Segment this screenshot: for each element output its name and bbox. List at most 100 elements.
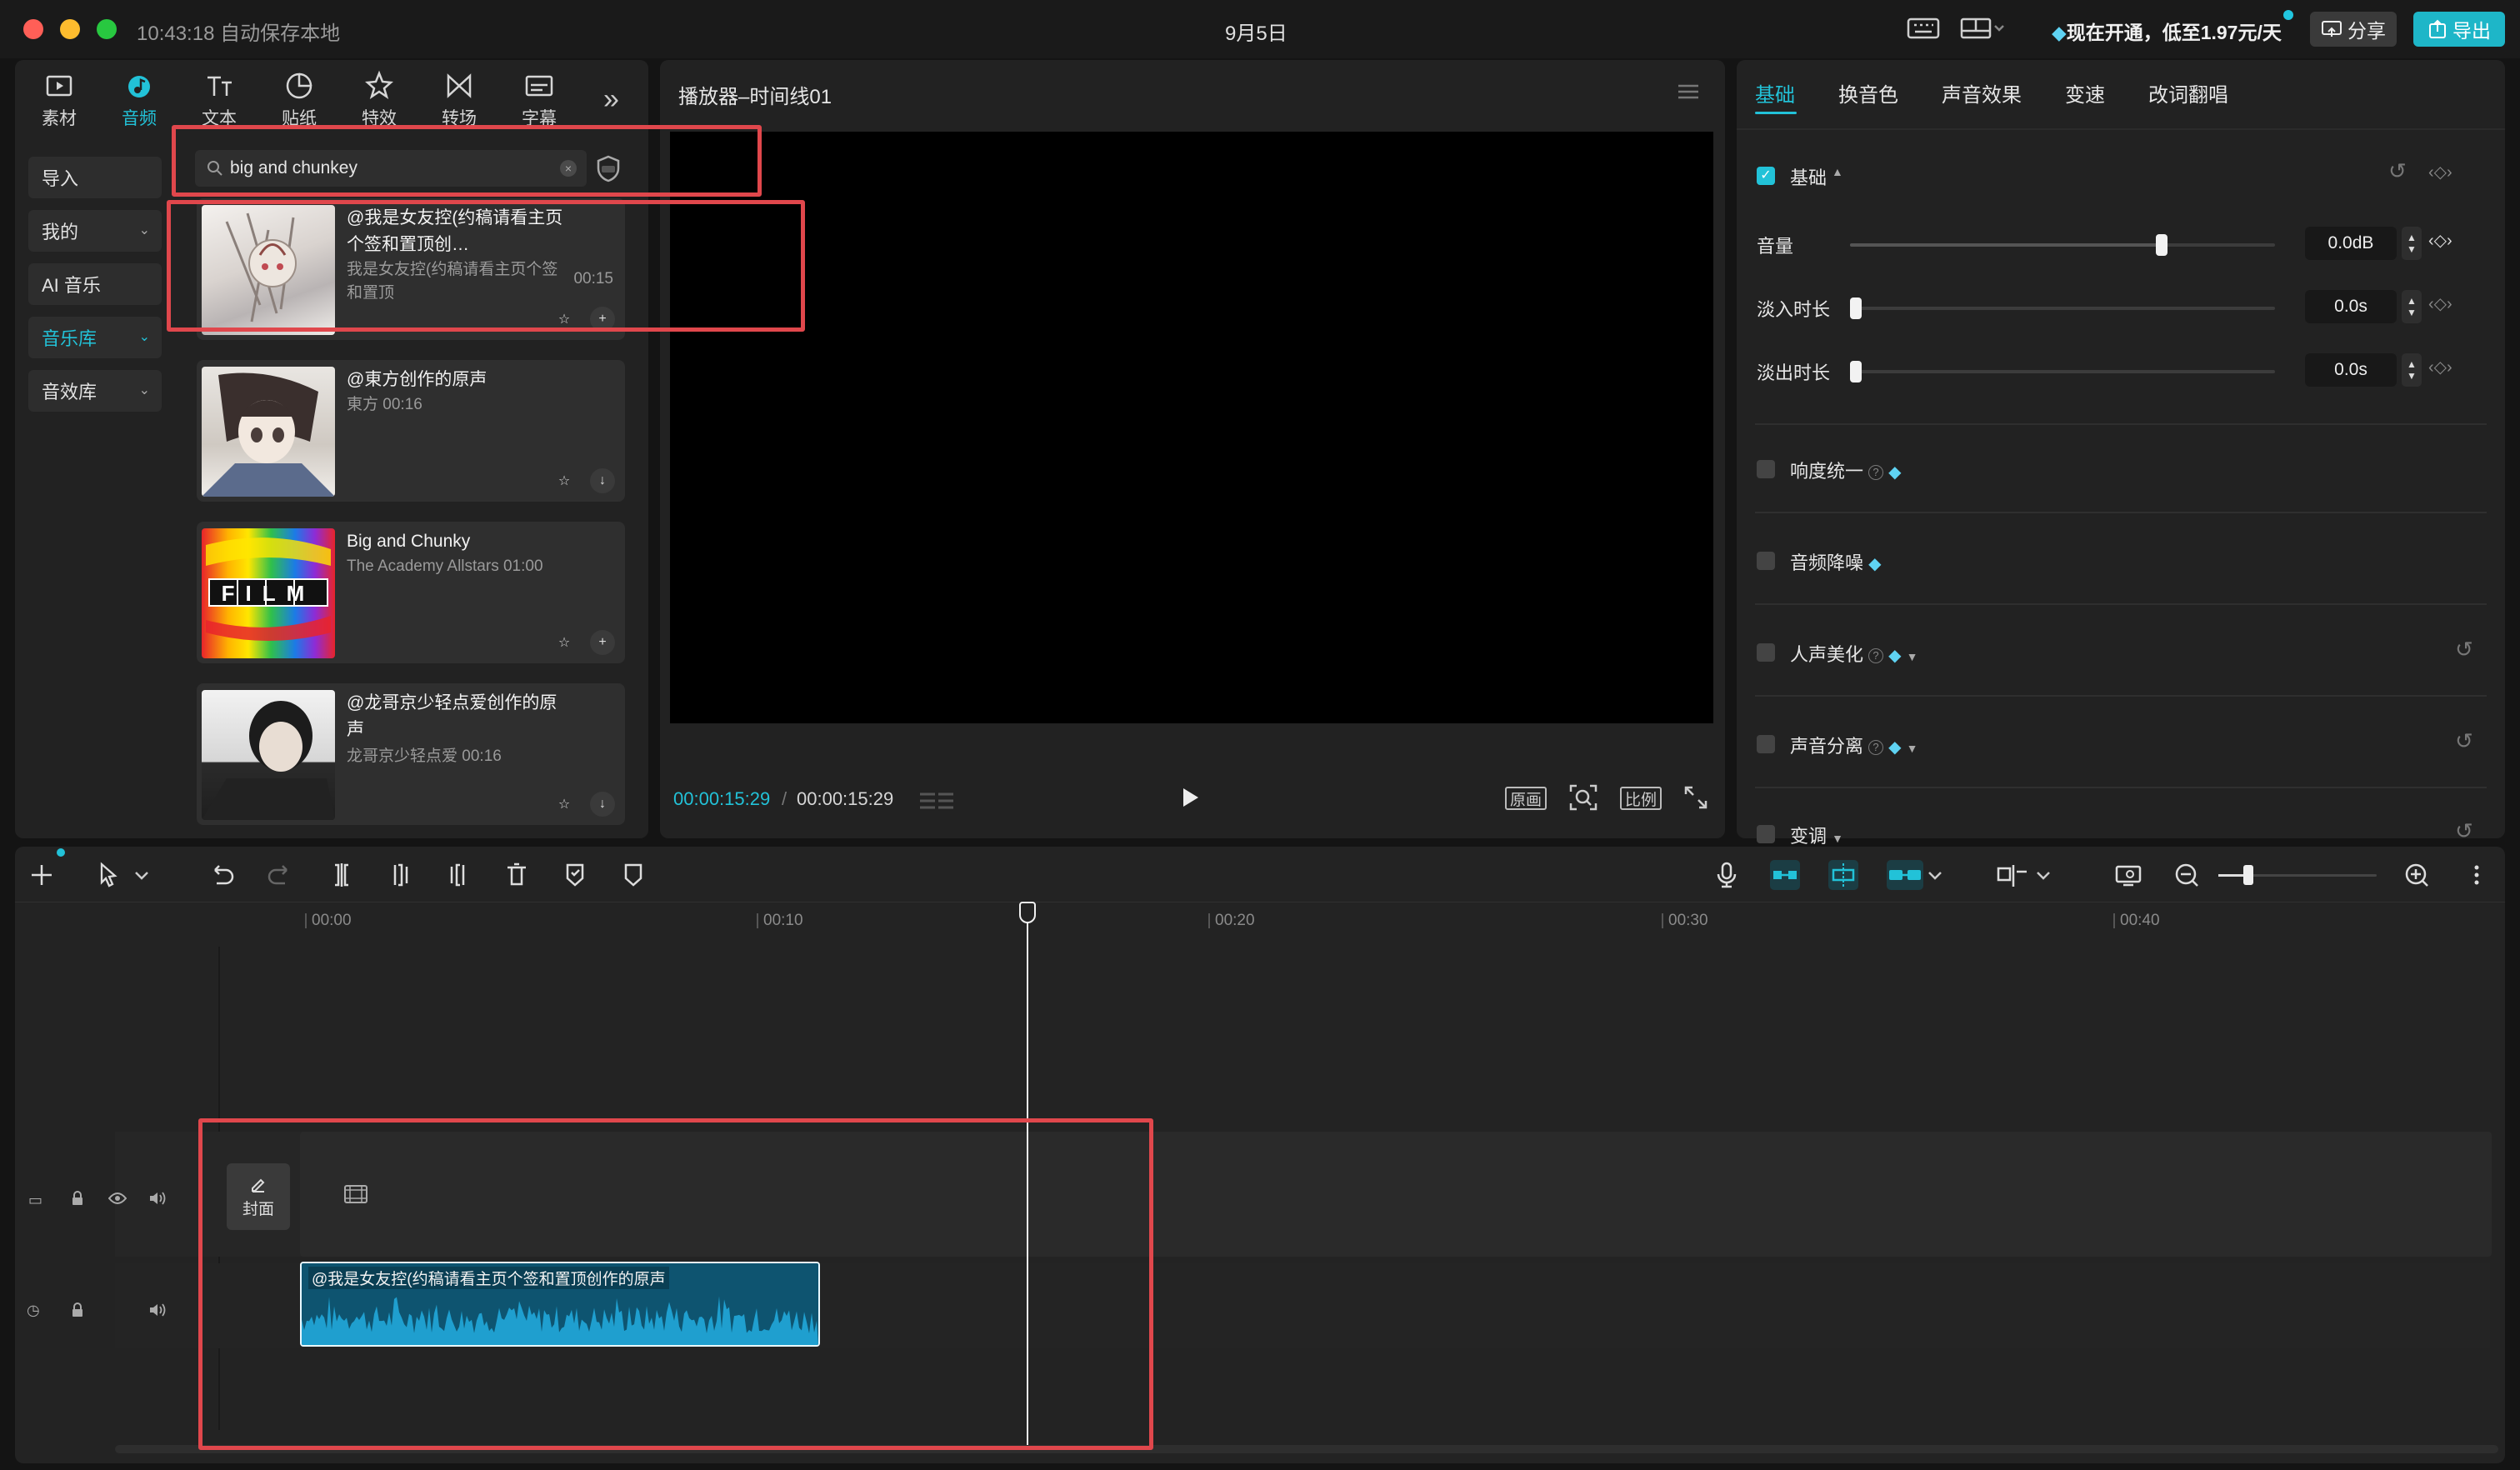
slider-thumb[interactable] bbox=[2156, 234, 2168, 256]
linkage-icon[interactable] bbox=[1887, 860, 1923, 890]
project-title[interactable]: 9月5日 bbox=[1225, 17, 1288, 46]
tab-sound-effects[interactable]: 声音效果 bbox=[1942, 78, 2022, 108]
eye-icon[interactable] bbox=[108, 1192, 127, 1205]
more-tabs-icon[interactable]: » bbox=[603, 83, 619, 116]
volume-slider[interactable] bbox=[1850, 234, 2275, 256]
tab-transition[interactable]: 转场 bbox=[422, 67, 497, 133]
help-icon[interactable]: ? bbox=[1868, 740, 1884, 755]
tab-sticker[interactable]: 贴纸 bbox=[262, 67, 337, 133]
loudness-normalize-checkbox[interactable] bbox=[1757, 460, 1775, 478]
add-to-timeline-button[interactable]: + bbox=[590, 630, 615, 655]
zoom-in-icon[interactable] bbox=[2402, 860, 2432, 890]
trim-left-icon[interactable] bbox=[385, 860, 415, 890]
microphone-icon[interactable] bbox=[1712, 860, 1742, 890]
preview-axis-icon[interactable] bbox=[1995, 860, 2032, 890]
tab-text[interactable]: 文本 bbox=[182, 67, 257, 133]
share-button[interactable]: 分享 bbox=[2310, 12, 2397, 47]
volume-stepper[interactable]: ▲ ▼ bbox=[2402, 227, 2422, 260]
slider-thumb[interactable] bbox=[1850, 298, 1862, 319]
reset-icon[interactable]: ↺ bbox=[2455, 818, 2473, 844]
dropdown-arrow-icon[interactable]: ▼ bbox=[1907, 742, 1918, 755]
tab-subtitle[interactable]: 字幕 bbox=[502, 67, 577, 133]
speaker-icon[interactable] bbox=[148, 1190, 167, 1207]
export-button[interactable]: 导出 bbox=[2413, 12, 2505, 47]
volume-value[interactable]: 0.0dB bbox=[2305, 227, 2397, 260]
speaker-icon[interactable] bbox=[148, 1302, 167, 1318]
tab-speed[interactable]: 变速 bbox=[2065, 78, 2105, 108]
sidebar-item-import[interactable]: 导入 bbox=[28, 157, 162, 198]
tab-effects[interactable]: 特效 bbox=[342, 67, 417, 133]
video-preview[interactable] bbox=[670, 132, 1713, 723]
zoom-fit-icon[interactable] bbox=[1568, 783, 1598, 812]
tab-voice-changer[interactable]: 换音色 bbox=[1838, 78, 1898, 108]
zoom-slider-thumb[interactable] bbox=[2243, 865, 2253, 885]
minimize-window-button[interactable] bbox=[60, 19, 80, 39]
tab-lyrics-cover[interactable]: 改词翻唱 bbox=[2148, 78, 2228, 108]
sidebar-item-music-library[interactable]: 音乐库 ⌄ bbox=[28, 317, 162, 358]
auto-snap-icon[interactable] bbox=[1828, 860, 1858, 890]
playhead-handle[interactable] bbox=[1019, 902, 1036, 923]
keyframe-nav-icon[interactable]: ‹◇› bbox=[2428, 293, 2452, 314]
help-icon[interactable]: ? bbox=[1868, 648, 1884, 663]
vocal-separation-checkbox[interactable] bbox=[1757, 735, 1775, 753]
more-options-icon[interactable] bbox=[2462, 860, 2492, 890]
pitch-shift-checkbox[interactable] bbox=[1757, 825, 1775, 843]
vip-promo-banner[interactable]: ◆现在开通，低至1.97元/天 bbox=[2052, 17, 2282, 45]
zoom-slider[interactable] bbox=[2218, 865, 2377, 885]
basic-section-checkbox[interactable]: ✓ bbox=[1757, 167, 1775, 185]
tab-audio[interactable]: 音频 bbox=[102, 67, 177, 133]
original-quality-button[interactable]: 原画 bbox=[1505, 787, 1548, 810]
lock-icon[interactable] bbox=[70, 1190, 85, 1207]
slider-thumb[interactable] bbox=[1850, 361, 1862, 382]
list-item[interactable]: FILM Big and Chunky The Academy Allstars… bbox=[197, 522, 625, 663]
favorite-star-icon[interactable]: ☆ bbox=[552, 630, 577, 655]
noise-reduction-checkbox[interactable] bbox=[1757, 552, 1775, 570]
close-window-button[interactable] bbox=[23, 19, 43, 39]
download-icon[interactable]: ↓ bbox=[590, 468, 615, 493]
sidebar-item-ai-music[interactable]: AI 音乐 bbox=[28, 263, 162, 305]
sidebar-item-mine[interactable]: 我的 ⌄ bbox=[28, 210, 162, 252]
zoom-window-button[interactable] bbox=[97, 19, 117, 39]
fullscreen-icon[interactable] bbox=[1683, 783, 1708, 812]
dropdown-arrow-icon[interactable]: ▼ bbox=[1907, 650, 1918, 663]
reset-icon[interactable]: ↺ bbox=[2388, 158, 2407, 184]
zoom-out-icon[interactable] bbox=[2172, 860, 2202, 890]
dropdown-arrow-icon[interactable]: ▼ bbox=[1832, 832, 1843, 845]
keyframe-nav-icon[interactable]: ‹◇› bbox=[2428, 162, 2452, 182]
fade-out-stepper[interactable]: ▲ ▼ bbox=[2402, 353, 2422, 387]
keyframe-nav-icon[interactable]: ‹◇› bbox=[2428, 357, 2452, 378]
sidebar-item-sound-effects[interactable]: 音效库 ⌄ bbox=[28, 370, 162, 412]
add-track-icon[interactable] bbox=[27, 860, 57, 890]
delete-icon[interactable] bbox=[502, 860, 532, 890]
layout-icon[interactable] bbox=[1960, 15, 2007, 42]
redo-icon[interactable] bbox=[265, 860, 295, 890]
undo-icon[interactable] bbox=[207, 860, 237, 890]
tab-basic[interactable]: 基础 bbox=[1755, 78, 1795, 108]
mark-icon[interactable] bbox=[560, 860, 590, 890]
screenshot-icon[interactable] bbox=[2113, 860, 2143, 890]
marker-icon[interactable] bbox=[618, 860, 648, 890]
fade-out-slider[interactable] bbox=[1850, 361, 2275, 382]
shortcut-keyboard-icon[interactable] bbox=[1907, 15, 1940, 42]
menu-icon[interactable] bbox=[1677, 83, 1700, 100]
reset-icon[interactable]: ↺ bbox=[2455, 728, 2473, 754]
collapse-arrow-icon[interactable]: ▲ bbox=[1832, 165, 1843, 178]
reset-icon[interactable]: ↺ bbox=[2455, 637, 2473, 662]
favorite-star-icon[interactable]: ☆ bbox=[552, 792, 577, 817]
favorite-star-icon[interactable]: ☆ bbox=[552, 468, 577, 493]
tab-media[interactable]: 素材 bbox=[22, 67, 97, 133]
main-track-magnet-icon[interactable] bbox=[1770, 860, 1800, 890]
fade-out-value[interactable]: 0.0s bbox=[2305, 353, 2397, 387]
trim-right-icon[interactable] bbox=[443, 860, 473, 890]
fade-in-slider[interactable] bbox=[1850, 298, 2275, 319]
play-icon[interactable] bbox=[1177, 785, 1202, 810]
lock-icon[interactable] bbox=[70, 1302, 85, 1318]
download-icon[interactable]: ↓ bbox=[590, 792, 615, 817]
chevron-down-icon[interactable] bbox=[132, 860, 152, 890]
list-item[interactable]: @龙哥京少轻点爱创作的原声 龙哥京少轻点爱 00:16 ☆ ↓ bbox=[197, 683, 625, 825]
help-icon[interactable]: ? bbox=[1868, 465, 1884, 480]
voice-enhance-checkbox[interactable] bbox=[1757, 643, 1775, 662]
fade-in-value[interactable]: 0.0s bbox=[2305, 290, 2397, 323]
select-tool-icon[interactable] bbox=[93, 860, 123, 890]
fade-in-stepper[interactable]: ▲ ▼ bbox=[2402, 290, 2422, 323]
